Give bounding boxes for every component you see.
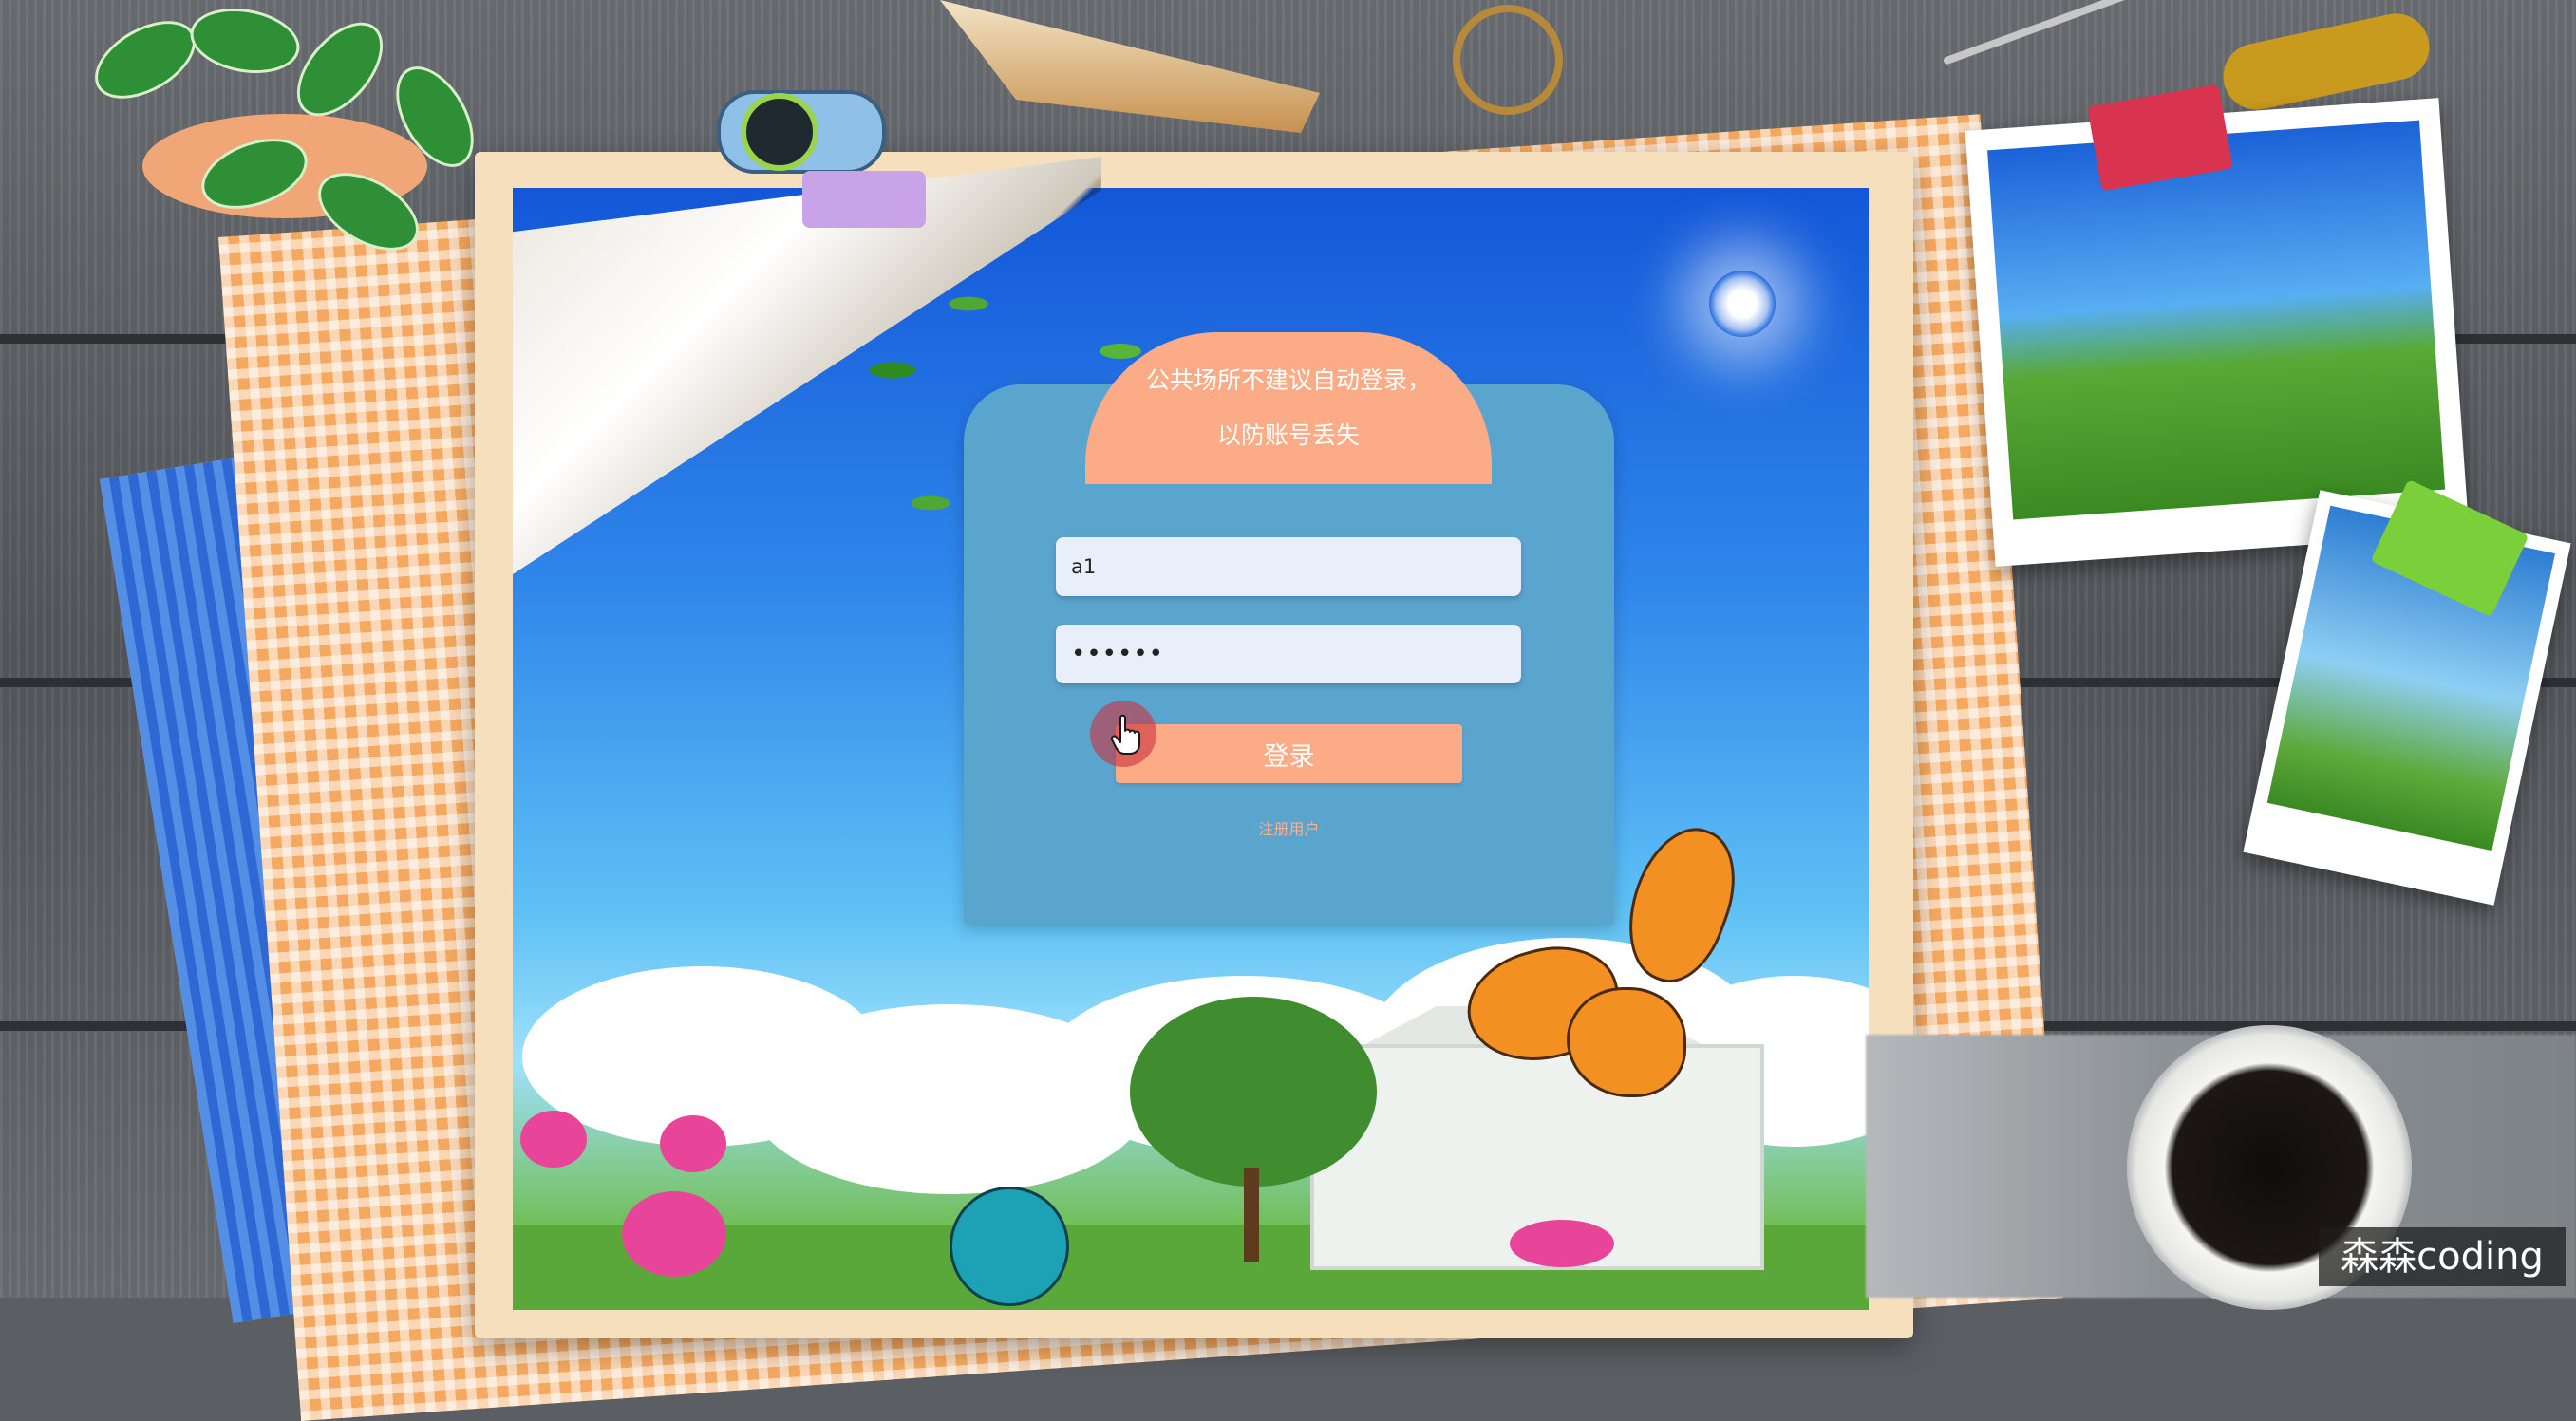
flower bbox=[622, 1191, 726, 1277]
username-input[interactable] bbox=[1056, 537, 1521, 596]
auto-login-notice-text: 公共场所不建议自动登录，以防账号丢失 bbox=[1145, 366, 1431, 449]
butterfly-blue bbox=[950, 1187, 1069, 1306]
tree-trunk bbox=[1244, 1168, 1259, 1262]
french-horn bbox=[1453, 5, 1563, 115]
register-link[interactable]: 注册用户 bbox=[1187, 816, 1391, 839]
login-button-label: 登录 bbox=[1263, 741, 1315, 772]
sun bbox=[1709, 271, 1776, 337]
flower bbox=[520, 1111, 587, 1168]
login-button[interactable]: 登录 bbox=[1116, 724, 1462, 783]
butterfly-orange-wing bbox=[1567, 987, 1686, 1097]
hand-pointer-icon bbox=[1110, 714, 1140, 755]
flower bbox=[1510, 1220, 1614, 1267]
purple-clip bbox=[802, 171, 926, 228]
password-input[interactable] bbox=[1056, 625, 1521, 683]
watermark: 森森coding bbox=[2319, 1227, 2566, 1286]
sunflower-photo-image bbox=[1987, 120, 2446, 520]
flower bbox=[660, 1115, 726, 1172]
tape-dispenser-reel bbox=[741, 93, 818, 171]
watermark-text: 森森coding bbox=[2341, 1235, 2544, 1279]
auto-login-notice: 公共场所不建议自动登录，以防账号丢失 bbox=[1085, 332, 1492, 484]
tree-canopy bbox=[1130, 997, 1377, 1187]
